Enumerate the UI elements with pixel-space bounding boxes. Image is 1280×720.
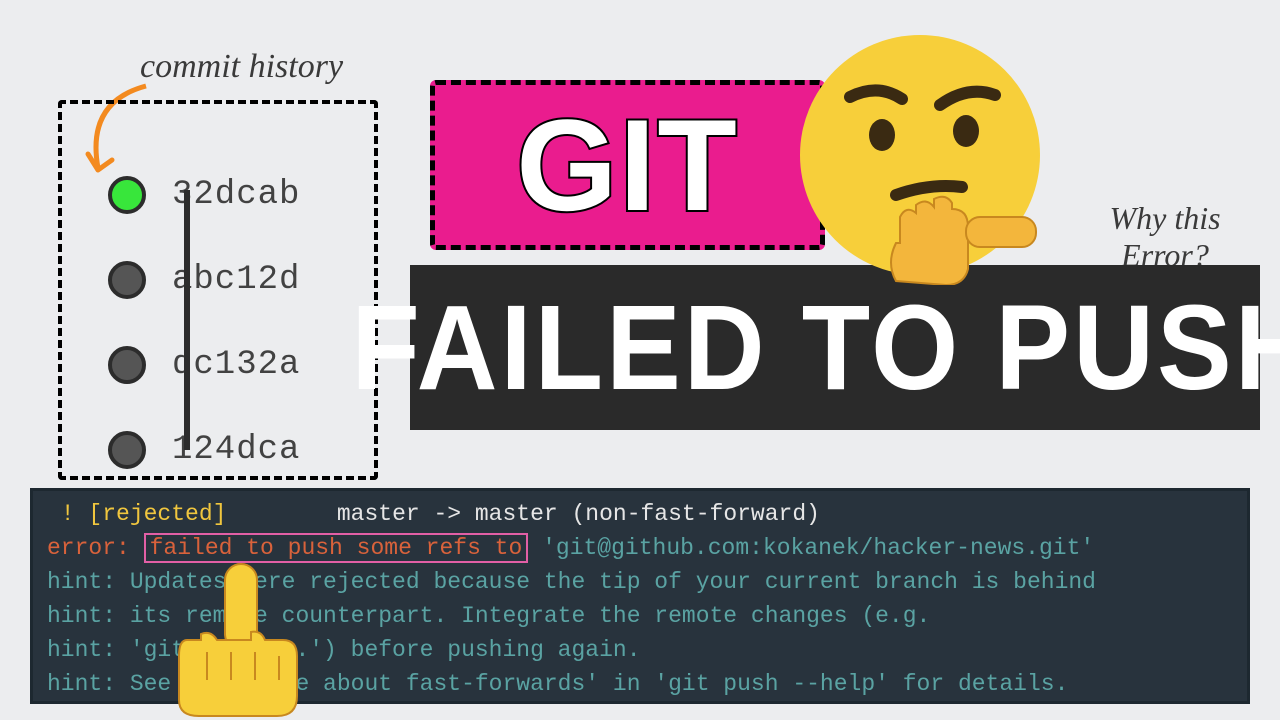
commit-node-icon — [108, 346, 146, 384]
commit-node-icon — [108, 431, 146, 469]
terminal-rejected: ! [rejected] — [47, 501, 226, 527]
commit-node-icon — [108, 261, 146, 299]
commit-row: 32dcab — [62, 152, 374, 237]
commit-history-label: commit history — [140, 48, 343, 86]
terminal-remote-url: 'git@github.com:kokanek/hacker-news.git' — [528, 535, 1094, 561]
terminal-branch-info: master -> master (non-fast-forward) — [226, 501, 820, 527]
terminal-error-label: error: — [47, 535, 144, 561]
commit-hash: dc132a — [172, 346, 300, 384]
commit-hash: abc12d — [172, 261, 300, 299]
commit-row: abc12d — [62, 237, 374, 322]
pointing-hand-icon — [165, 560, 315, 720]
commit-hash: 32dcab — [172, 176, 300, 214]
terminal-hint: hint: 'git pull ...') before pushing aga… — [47, 637, 641, 663]
git-badge-text: GIT — [516, 90, 739, 240]
commit-row: dc132a — [62, 322, 374, 407]
git-badge: GIT — [430, 80, 825, 250]
headline-text: FAILED TO PUSH — [351, 278, 1280, 417]
headline-bar: FAILED TO PUSH — [410, 265, 1260, 430]
commit-chain-line — [184, 190, 190, 450]
commit-history-panel: 32dcab abc12d dc132a 124dca — [58, 100, 378, 480]
commit-node-head-icon — [108, 176, 146, 214]
thinking-face-icon — [790, 25, 1050, 285]
why-error-caption: Why this Error? — [1080, 200, 1250, 274]
commit-row: 124dca — [62, 407, 374, 492]
commit-hash: 124dca — [172, 431, 300, 469]
terminal-error-highlight: failed to push some refs to — [144, 533, 529, 563]
